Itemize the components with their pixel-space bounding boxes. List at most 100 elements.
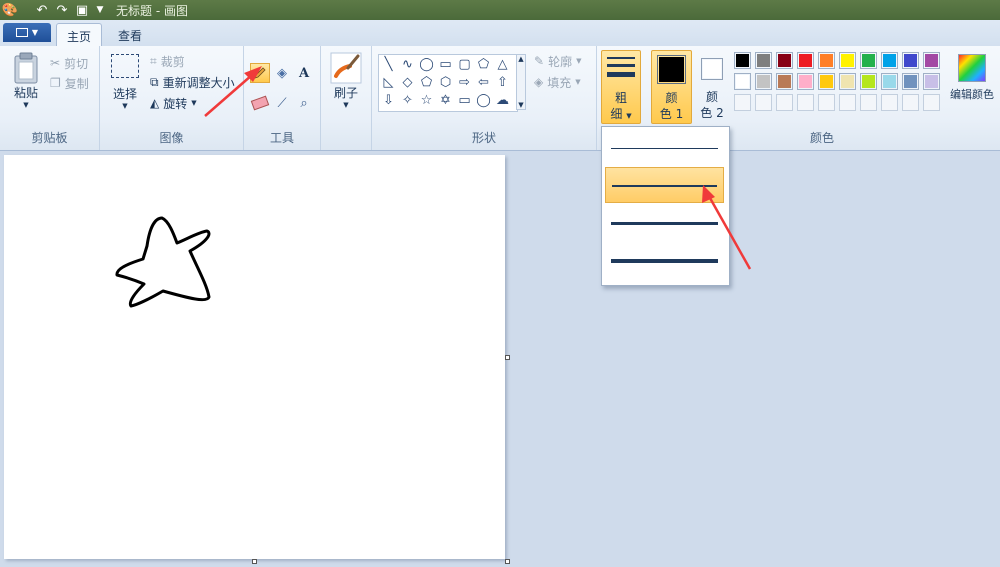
diamond-shape-icon[interactable]: ◇ [398,73,417,91]
palette-empty-swatch[interactable] [734,94,751,111]
size-option-2[interactable] [605,167,724,203]
palette-empty-swatch[interactable] [860,94,877,111]
palette-empty-swatch[interactable] [818,94,835,111]
rectangle-callout-shape-icon[interactable]: ▭ [455,91,474,109]
polygon-shape-icon[interactable]: ⬠ [474,55,493,73]
brushes-label: 刷子 [333,86,358,100]
palette-swatch[interactable] [860,73,877,90]
save-icon[interactable]: ▣ [74,2,90,18]
palette-swatch[interactable] [881,52,898,69]
size-label-top: 粗 [614,91,627,105]
drawing-canvas[interactable] [4,155,505,559]
palette-swatch[interactable] [797,52,814,69]
palette-swatch[interactable] [755,73,772,90]
palette-swatch[interactable] [776,52,793,69]
palette-empty-swatch[interactable] [797,94,814,111]
tab-home[interactable]: 主页 [56,23,103,48]
crop-label: 裁剪 [160,54,185,69]
color-picker-tool[interactable]: ⟋ [272,93,292,113]
scroll-up-icon[interactable]: ▲ [518,55,523,63]
fill-button[interactable]: ◈ 填充 ▼ [534,73,581,91]
up-arrow-shape-icon[interactable]: ⇧ [493,73,512,91]
pencil-tool[interactable] [250,63,270,83]
palette-swatch[interactable] [839,73,856,90]
right-arrow-shape-icon[interactable]: ⇨ [455,73,474,91]
palette-empty-swatch[interactable] [755,94,772,111]
scroll-down-icon[interactable]: ▼ [518,101,523,109]
palette-empty-swatch[interactable] [881,94,898,111]
shapes-scrollbar[interactable]: ▲ ▼ [516,54,526,110]
outline-button[interactable]: ✎ 轮廓 ▼ [534,52,581,70]
size-button[interactable]: 粗 细 ▼ [601,50,641,124]
canvas-resize-handle-right[interactable] [505,355,510,360]
curve-shape-icon[interactable]: ∿ [398,55,417,73]
paste-button[interactable]: 粘贴 ▼ [8,52,44,109]
size-dropdown [601,126,730,286]
eraser-tool[interactable] [250,93,270,113]
palette-swatch[interactable] [776,73,793,90]
palette-swatch[interactable] [860,52,877,69]
down-arrow-shape-icon[interactable]: ⇩ [379,91,398,109]
copy-button[interactable]: ❐ 复制 [50,74,89,92]
palette-swatch[interactable] [923,73,940,90]
canvas-workspace [0,151,1000,567]
palette-swatch[interactable] [818,73,835,90]
crop-button[interactable]: ⌗ 裁剪 [150,52,185,70]
ribbon: 粘贴 ▼ ✂ 剪切 ❐ 复制 剪贴板 选择 ▼ ⌗ 裁剪 ⧉ 重新调整大小 ◭ … [0,46,1000,151]
palette-swatch[interactable] [902,52,919,69]
size-option-4[interactable] [605,241,724,277]
palette-swatch[interactable] [881,73,898,90]
pentagon-shape-icon[interactable]: ⬠ [417,73,436,91]
palette-swatch[interactable] [839,52,856,69]
eraser-icon [250,95,270,111]
size-option-3[interactable] [605,204,724,240]
canvas-resize-handle-bottom[interactable] [252,559,257,564]
palette-empty-swatch[interactable] [923,94,940,111]
window-title: 无标题 - 画图 [116,4,188,18]
text-tool[interactable]: A [294,63,314,83]
palette-swatch[interactable] [734,73,751,90]
cloud-callout-shape-icon[interactable]: ☁ [493,91,512,109]
magnifier-tool[interactable]: ⌕ [294,93,314,113]
edit-colors-button[interactable]: 编辑颜色 [947,54,997,102]
cut-button[interactable]: ✂ 剪切 [50,54,88,72]
rectangle-shape-icon[interactable]: ▭ [436,55,455,73]
resize-button[interactable]: ⧉ 重新调整大小 [150,73,235,91]
six-point-star-shape-icon[interactable]: ✡ [436,91,455,109]
undo-icon[interactable]: ↶ [34,2,50,18]
palette-swatch[interactable] [797,73,814,90]
customize-toolbar-icon[interactable]: ▼ [94,2,106,18]
tab-view[interactable]: 查看 [108,24,152,46]
palette-empty-swatch[interactable] [776,94,793,111]
palette-swatch[interactable] [734,52,751,69]
palette-empty-swatch[interactable] [902,94,919,111]
oval-shape-icon[interactable]: ◯ [417,55,436,73]
file-menu-button[interactable]: ▼ [3,23,51,42]
redo-icon[interactable]: ↷ [54,2,70,18]
palette-swatch[interactable] [923,52,940,69]
canvas-resize-handle-corner[interactable] [505,559,510,564]
size-option-1[interactable] [605,130,724,166]
fill-tool[interactable]: ◈ [272,63,292,83]
triangle-shape-icon[interactable]: △ [493,55,512,73]
line-shape-icon[interactable]: ╲ [379,55,398,73]
clipboard-group: 粘贴 ▼ ✂ 剪切 ❐ 复制 剪贴板 [0,46,100,150]
right-triangle-shape-icon[interactable]: ◺ [379,73,398,91]
select-button[interactable]: 选择 ▼ [108,54,142,110]
palette-swatch[interactable] [755,52,772,69]
five-point-star-shape-icon[interactable]: ☆ [417,91,436,109]
brushes-button[interactable]: 刷子 ▼ [329,52,363,109]
rotate-button[interactable]: ◭ 旋转 ▼ [150,94,197,112]
palette-empty-swatch[interactable] [839,94,856,111]
fill-icon: ◈ [534,75,544,89]
text-icon: A [298,65,310,81]
shapes-group: ╲ ∿ ◯ ▭ ▢ ⬠ △ ◺ ◇ ⬠ ⬡ ⇨ ⇦ ⇧ ⇩ ✧ ☆ ✡ ▭ ◯ … [372,46,597,150]
four-point-star-shape-icon[interactable]: ✧ [398,91,417,109]
palette-swatch[interactable] [818,52,835,69]
oval-callout-shape-icon[interactable]: ◯ [474,91,493,109]
left-arrow-shape-icon[interactable]: ⇦ [474,73,493,91]
hexagon-shape-icon[interactable]: ⬡ [436,73,455,91]
rounded-rectangle-shape-icon[interactable]: ▢ [455,55,474,73]
resize-icon: ⧉ [150,74,159,89]
palette-swatch[interactable] [902,73,919,90]
